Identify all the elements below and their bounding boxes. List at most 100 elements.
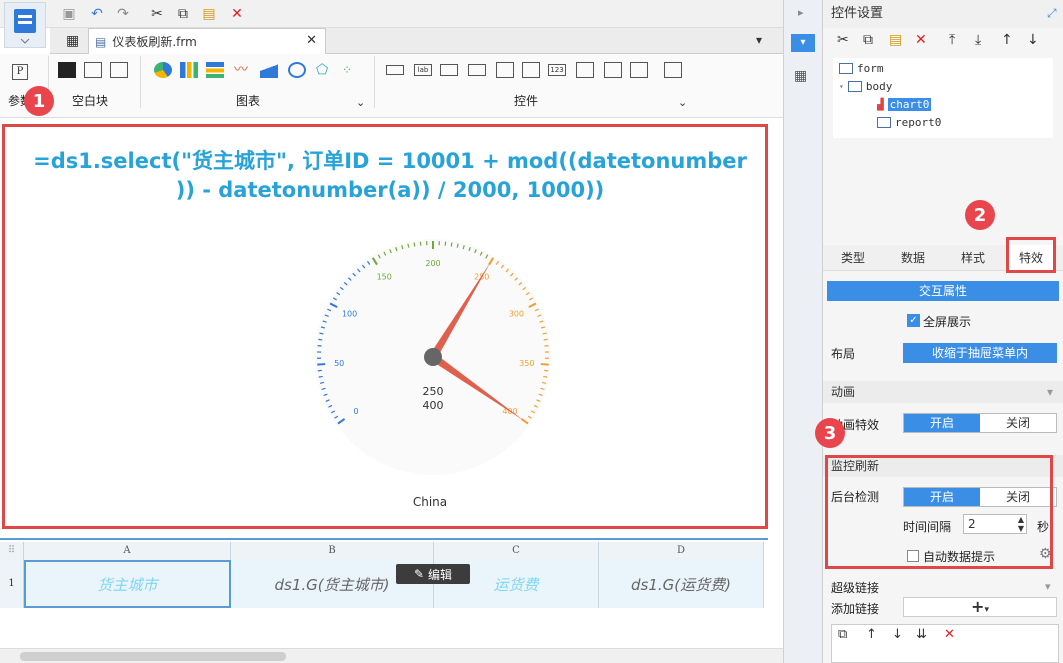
scroll-thumb[interactable] <box>20 652 286 661</box>
chevron-down-icon: ▾ <box>984 605 989 615</box>
list-widget-icon[interactable] <box>496 62 514 78</box>
close-tab-icon[interactable]: ✕ <box>306 33 317 48</box>
report-sheet: ⠿ A B C D 1 货主城市 ds1.G(货主城市) 运货费 ds1.G(运… <box>0 538 768 648</box>
fullscreen-checkbox[interactable]: ✓ <box>907 314 920 327</box>
copy-icon[interactable]: ⧉ <box>863 32 873 48</box>
expand-icon: ▾ <box>839 82 844 91</box>
radar-chart-icon[interactable]: ⬠ <box>316 62 334 78</box>
interaction-header[interactable]: 交互属性 <box>827 281 1059 301</box>
delete-icon[interactable]: ✕ <box>915 32 927 48</box>
delete-icon[interactable]: ✕ <box>226 3 248 25</box>
gauge-tick <box>542 332 547 335</box>
tree-node-chart0[interactable]: ▟ chart0 <box>877 98 932 111</box>
textarea-widget-icon[interactable] <box>576 62 594 78</box>
highlight-effects-tab <box>1006 237 1056 273</box>
chart-node-icon: ▟ <box>877 98 884 111</box>
tab-type[interactable]: 类型 <box>823 245 883 271</box>
ribbon: P 参数 空白块 〰 ⬠ ⁘ 图表 ⌄ lab 123 控件 ⌄ <box>0 54 783 118</box>
collapse-icon[interactable]: ⤢ <box>1047 6 1057 21</box>
chevron-down-icon[interactable]: ⌄ <box>678 96 687 109</box>
designer-window: ▣ ↶ ↷ ✂ ⧉ ▤ ✕ ▦ ▤ 仪表板刷新.frm ✕ ▾ P 参数 空白块 <box>0 0 1063 663</box>
line-chart-icon[interactable]: 〰 <box>234 62 252 78</box>
undo-icon[interactable]: ↶ <box>86 3 108 25</box>
move-top-icon[interactable]: ⤒ <box>949 32 955 48</box>
grid-icon[interactable]: ▦ <box>66 33 79 49</box>
column-header-d[interactable]: D <box>599 542 764 560</box>
layout-select[interactable]: 收缩于抽屉菜单内 <box>903 343 1057 363</box>
report-icon <box>877 117 891 128</box>
bar-chart-icon[interactable] <box>180 62 198 78</box>
add-link-button[interactable]: +▾ <box>903 597 1057 617</box>
gauge-tick <box>543 338 548 341</box>
block-grid-icon[interactable] <box>110 62 128 78</box>
animation-on-option[interactable]: 开启 <box>904 414 980 432</box>
gauge-chart-icon[interactable] <box>288 62 306 78</box>
scatter-chart-icon[interactable]: ⁘ <box>342 62 360 78</box>
app-logo[interactable] <box>4 2 46 48</box>
layout-icon[interactable]: ▦ <box>794 68 807 84</box>
pie-chart-icon[interactable] <box>154 62 172 78</box>
area-chart-icon[interactable] <box>260 62 278 78</box>
gauge-value-1: 250 <box>423 385 444 398</box>
menu-dropdown-icon[interactable]: ▾ <box>756 33 762 47</box>
move-up-icon[interactable]: ↑ <box>866 627 877 642</box>
button-widget-icon[interactable] <box>440 64 458 76</box>
delete-link-icon[interactable]: ✕ <box>944 627 955 642</box>
expand-arrow-icon[interactable]: ▸ <box>798 6 804 19</box>
add-link-plus: + <box>971 597 985 616</box>
block-split-icon[interactable] <box>84 62 102 78</box>
copy-icon[interactable]: ⧉ <box>172 3 194 25</box>
chevron-down-icon[interactable]: ⌄ <box>356 96 365 109</box>
move-down-icon[interactable]: ↓ <box>892 627 903 642</box>
animation-section-header[interactable]: 动画 ▾ <box>823 381 1063 403</box>
save-icon[interactable]: ▣ <box>58 3 80 25</box>
radio-widget-icon[interactable] <box>630 62 648 78</box>
body-icon <box>847 81 862 92</box>
widget-settings-icon[interactable]: ▾ <box>791 34 815 52</box>
fullscreen-label: 全屏展示 <box>923 315 972 329</box>
column-header-b[interactable]: B <box>231 542 434 560</box>
combo-widget-icon[interactable] <box>468 64 486 76</box>
column-header-a[interactable]: A <box>24 542 231 560</box>
chevron-down-icon[interactable]: ▾ <box>1045 580 1051 593</box>
cut-icon[interactable]: ✂ <box>837 32 849 48</box>
copy-link-icon[interactable]: ⧉ <box>838 627 847 642</box>
move-bottom-icon[interactable]: ⤓ <box>975 32 981 48</box>
tab-style[interactable]: 样式 <box>943 245 1003 271</box>
paste-icon[interactable]: ▤ <box>889 32 902 48</box>
tree-node-report0[interactable]: report0 <box>877 116 941 129</box>
redo-icon[interactable]: ↷ <box>112 3 134 25</box>
gauge-tick <box>456 243 459 248</box>
param-icon[interactable]: P <box>12 64 28 80</box>
label-widget-icon[interactable]: lab <box>414 64 432 76</box>
tree-node-body[interactable]: ▾ body <box>839 80 892 93</box>
edit-button[interactable]: ✎ 编辑 <box>396 564 470 584</box>
animation-off-option[interactable]: 关闭 <box>980 414 1056 432</box>
column-header-c[interactable]: C <box>434 542 599 560</box>
hyperlink-header[interactable]: 超级链接 <box>831 579 879 596</box>
cut-icon[interactable]: ✂ <box>146 3 168 25</box>
cell-a1[interactable]: 货主城市 <box>24 560 231 608</box>
textbox-widget-icon[interactable] <box>386 65 404 75</box>
move-up-icon[interactable]: ↑ <box>1001 32 1013 48</box>
sheet-corner[interactable]: ⠿ <box>0 542 24 560</box>
chart-widget[interactable]: =ds1.select("货主城市", 订单ID = 10001 + mod((… <box>2 124 768 529</box>
horizontal-scrollbar[interactable] <box>0 648 783 663</box>
tab-data[interactable]: 数据 <box>883 245 943 271</box>
sort-icon[interactable]: ⇊ <box>916 627 927 642</box>
side-strip: ▸ ▾ ▦ <box>783 0 823 663</box>
checkbox-widget-icon[interactable] <box>604 62 622 78</box>
tab-file[interactable]: ▤ 仪表板刷新.frm ✕ <box>88 28 326 54</box>
paste-icon[interactable]: ▤ <box>198 3 220 25</box>
row-header-1[interactable]: 1 <box>0 560 24 608</box>
search-widget-icon[interactable] <box>664 62 682 78</box>
date-widget-icon[interactable] <box>522 62 540 78</box>
gauge-tick <box>318 338 323 341</box>
block-black-icon[interactable] <box>58 62 76 78</box>
move-down-icon[interactable]: ↓ <box>1027 32 1039 48</box>
file-icon: ▤ <box>95 34 107 49</box>
number-widget-icon[interactable]: 123 <box>548 64 566 76</box>
column-chart-icon[interactable] <box>206 62 224 78</box>
tree-node-form[interactable]: form <box>839 62 884 75</box>
cell-d1[interactable]: ds1.G(运货费) <box>599 560 764 608</box>
